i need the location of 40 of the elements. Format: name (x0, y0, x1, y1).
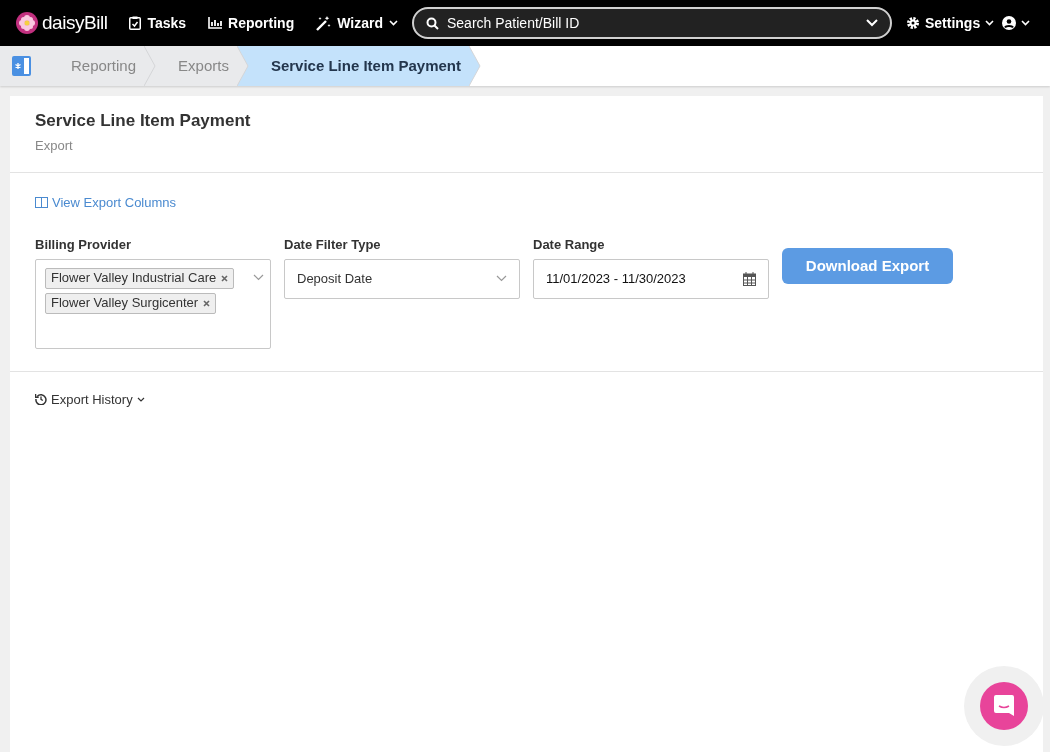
nav-item[interactable]: Tasks (129, 12, 187, 34)
multi-select-field[interactable]: Flower Valley Industrial Care Flower Valley Surgicenter (35, 258, 271, 349)
search-icon (426, 16, 439, 30)
search-field[interactable]: Search Patient/Bill ID (412, 7, 892, 39)
bar-chart-icon (208, 17, 223, 29)
field-label: Date Filter Type (284, 236, 382, 254)
select-field[interactable]: Deposit Date (284, 258, 520, 299)
magic-wand-icon (316, 15, 332, 31)
chevron-down-icon (496, 275, 507, 282)
account-menu[interactable] (1002, 16, 1030, 30)
chat-icon (994, 695, 1014, 717)
page-subtitle: Export (35, 136, 74, 155)
provider-tag[interactable]: Flower Valley Surgicenter (45, 292, 217, 314)
chevron-down-icon (253, 273, 264, 281)
chevron-down-icon (136, 396, 145, 402)
calendar-icon (743, 271, 756, 286)
provider-tag[interactable]: Flower Valley Industrial Care (45, 267, 235, 289)
columns-icon (35, 197, 48, 208)
remove-icon[interactable] (221, 274, 229, 282)
date-range-field[interactable]: 11/01/2023 - 11/30/2023 (533, 258, 769, 299)
settings-menu[interactable]: Settings (906, 12, 995, 34)
field-label: Date Range (533, 236, 606, 254)
chevron-down-icon (1021, 20, 1030, 26)
gear-icon (906, 16, 920, 30)
nav-item[interactable]: Wizard (316, 12, 398, 34)
chevron-down-icon (985, 20, 995, 26)
view-columns-link[interactable]: View Export Columns (35, 192, 177, 213)
daisy-logo-icon[interactable] (16, 12, 38, 34)
remove-icon[interactable] (203, 299, 211, 307)
history-icon (35, 393, 47, 406)
user-icon (1002, 16, 1016, 30)
app-icon[interactable] (12, 56, 31, 76)
chat-button[interactable] (980, 682, 1028, 730)
field-label: Billing Provider (35, 236, 133, 254)
page-title: Service Line Item Payment (35, 110, 252, 132)
clipboard-check-icon (129, 16, 142, 30)
logo-text[interactable]: daisyBill (42, 8, 108, 38)
chevron-down-icon (866, 19, 878, 27)
export-history-toggle[interactable]: Export History (35, 389, 145, 409)
nav-item[interactable]: Reporting (208, 12, 295, 34)
